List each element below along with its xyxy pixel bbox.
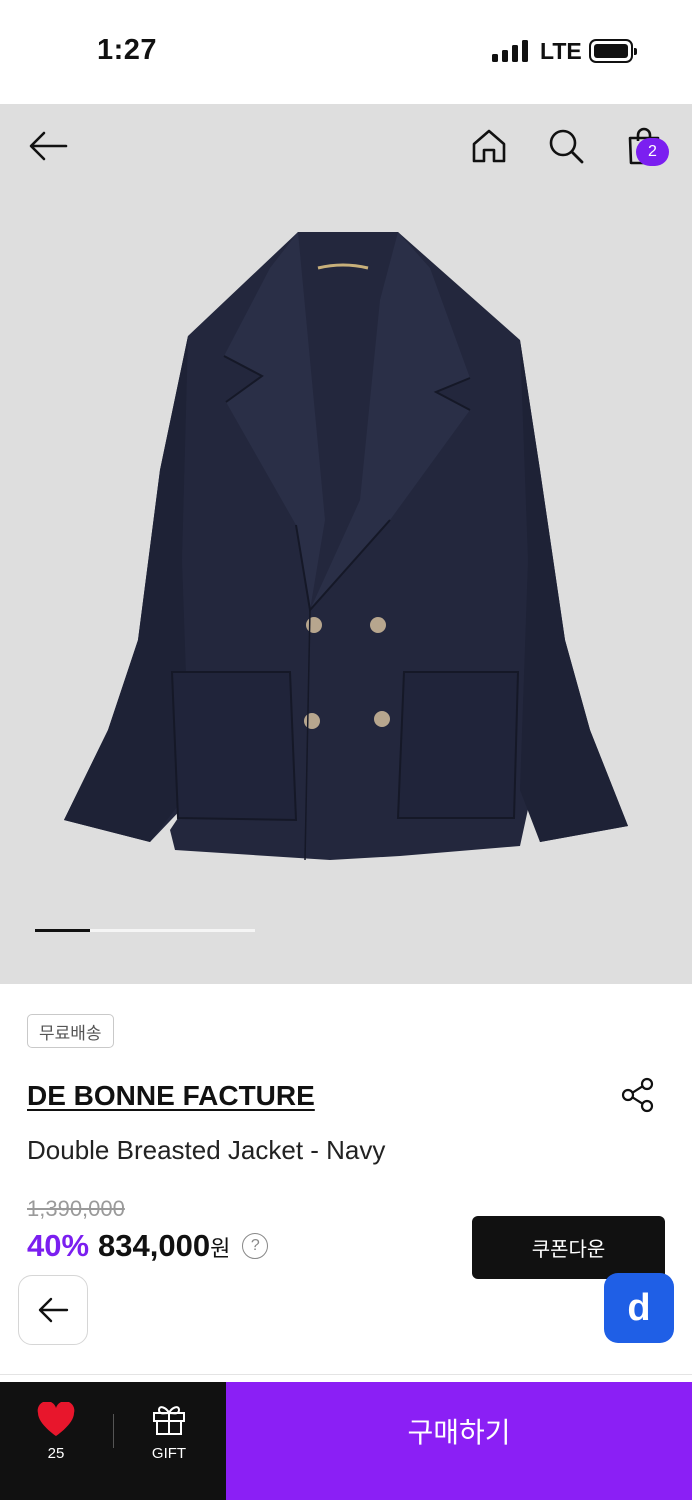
network-type: LTE — [540, 38, 582, 64]
battery-icon — [589, 39, 637, 63]
price-help-icon[interactable]: ? — [242, 1233, 269, 1259]
brand-link[interactable]: DE BONNE FACTURE — [27, 1080, 315, 1112]
status-bar: 1:27 LTE — [0, 0, 692, 104]
gift-icon — [153, 1406, 185, 1435]
free-shipping-badge: 무료배송 — [27, 1014, 114, 1048]
bottom-left-panel: 25 GIFT — [0, 1382, 226, 1500]
app-shortcut-button[interactable]: d — [604, 1273, 674, 1343]
divider — [0, 1374, 692, 1375]
final-price: 834,000 — [98, 1228, 211, 1263]
original-price: 1,390,000 — [27, 1196, 125, 1221]
price-row: 40% 834,000 원 ? — [27, 1228, 269, 1264]
like-button[interactable]: 25 — [26, 1401, 86, 1462]
status-time: 1:27 — [97, 34, 158, 66]
heart-icon — [37, 1401, 75, 1436]
cart-count-badge: 2 — [636, 138, 669, 166]
signal-icon — [492, 40, 528, 62]
coupon-download-button[interactable]: 쿠폰다운 — [472, 1216, 665, 1279]
buy-button[interactable]: 구매하기 — [226, 1382, 692, 1500]
currency-unit: 원 — [210, 1236, 231, 1261]
jacket-image — [64, 232, 628, 861]
product-name: Double Breasted Jacket - Navy — [27, 1135, 386, 1165]
discount-rate: 40% — [27, 1228, 90, 1263]
separator — [113, 1414, 114, 1448]
floating-back-button[interactable] — [18, 1275, 88, 1345]
product-image-gallery[interactable] — [0, 104, 692, 984]
share-icon — [621, 1077, 654, 1113]
like-count: 25 — [47, 1445, 65, 1462]
share-button[interactable] — [620, 1077, 656, 1113]
gift-button[interactable]: GIFT — [140, 1402, 198, 1462]
back-arrow-icon — [38, 1297, 69, 1323]
gift-label: GIFT — [151, 1445, 187, 1462]
gallery-progress — [35, 929, 255, 932]
bottom-action-bar: 25 GIFT 구매하기 — [0, 1382, 692, 1500]
gallery-progress-fill — [35, 929, 90, 932]
